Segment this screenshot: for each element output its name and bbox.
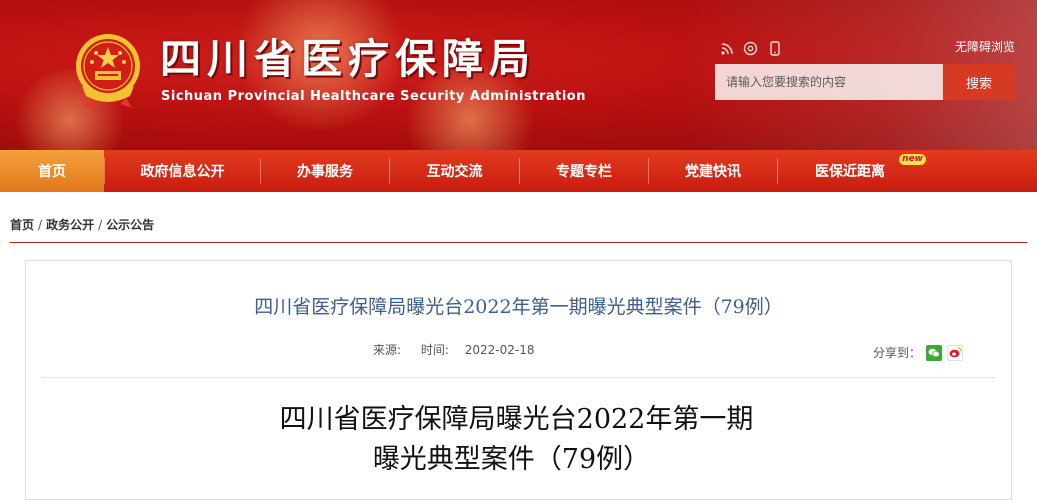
breadcrumb-item-announcements[interactable]: 公示公告	[106, 218, 154, 232]
nav-item-home[interactable]: 首页	[0, 150, 104, 192]
weibo-icon[interactable]	[947, 344, 964, 361]
breadcrumb-separator: /	[98, 218, 103, 232]
nav-item-label: 首页	[38, 164, 66, 180]
search-button[interactable]: 搜索	[943, 64, 1015, 100]
search-box: 搜索	[715, 64, 1015, 100]
nav-item-party-news[interactable]: 党建快讯	[649, 150, 777, 192]
rss-icon[interactable]	[718, 40, 735, 57]
share-bar: 分享到：	[873, 344, 964, 361]
share-label: 分享到：	[873, 346, 922, 360]
nav-item-label: 政府信息公开	[140, 164, 225, 180]
nav-item-topics[interactable]: 专题专栏	[520, 150, 648, 192]
article-title: 四川省医疗保障局曝光台2022年第一期 曝光典型案件（79例）	[0, 400, 1037, 480]
nav-item-label: 医保近距离	[815, 164, 885, 180]
national-emblem-icon	[76, 34, 140, 108]
nav-item-label: 党建快讯	[685, 164, 741, 180]
nav-item-medical-insurance-close[interactable]: 医保近距离 new	[778, 150, 926, 192]
nav-item-interaction[interactable]: 互动交流	[390, 150, 519, 192]
nav-item-label: 专题专栏	[556, 164, 612, 180]
nav-item-label: 互动交流	[426, 164, 483, 180]
article-header-title: 四川省医疗保障局曝光台2022年第一期曝光典型案件（79例）	[254, 296, 783, 318]
wechat-icon[interactable]	[926, 344, 943, 361]
breadcrumb-item-home[interactable]: 首页	[10, 218, 34, 232]
time-value: 2022-02-18	[464, 343, 535, 357]
mobile-icon[interactable]	[766, 40, 783, 57]
article-divider	[41, 377, 996, 378]
weibo-icon[interactable]	[742, 40, 759, 57]
time-label: 时间:	[420, 343, 449, 357]
header-icon-group	[718, 40, 783, 58]
article-title-line2: 曝光典型案件（79例）	[372, 444, 651, 475]
breadcrumb-divider	[10, 242, 1027, 243]
nav-item-gov-info[interactable]: 政府信息公开	[105, 150, 260, 192]
accessibility-link[interactable]: 无障碍浏览	[955, 38, 1015, 55]
nav-item-label: 办事服务	[297, 164, 353, 180]
breadcrumb-separator: /	[38, 218, 43, 232]
header-banner: 四川省医疗保障局 Sichuan Provincial Healthcare S…	[0, 0, 1037, 150]
breadcrumb-item-gov-affairs[interactable]: 政务公开	[46, 218, 94, 232]
article-title-line1: 四川省医疗保障局曝光台2022年第一期	[279, 404, 754, 435]
new-badge: new	[899, 154, 926, 165]
breadcrumb: 首页 / 政务公开 / 公示公告	[10, 216, 154, 233]
site-title: 四川省医疗保障局	[160, 35, 536, 83]
source-label: 来源:	[373, 343, 402, 357]
nav-item-services[interactable]: 办事服务	[261, 150, 389, 192]
search-input[interactable]	[715, 64, 943, 100]
main-nav: 首页 政府信息公开 办事服务 互动交流 专题专栏 党建快讯 医保近距离 new	[0, 150, 1037, 192]
article-meta: 来源: 时间: 2022-02-18	[373, 341, 541, 358]
site-subtitle: Sichuan Provincial Healthcare Security A…	[161, 89, 586, 104]
